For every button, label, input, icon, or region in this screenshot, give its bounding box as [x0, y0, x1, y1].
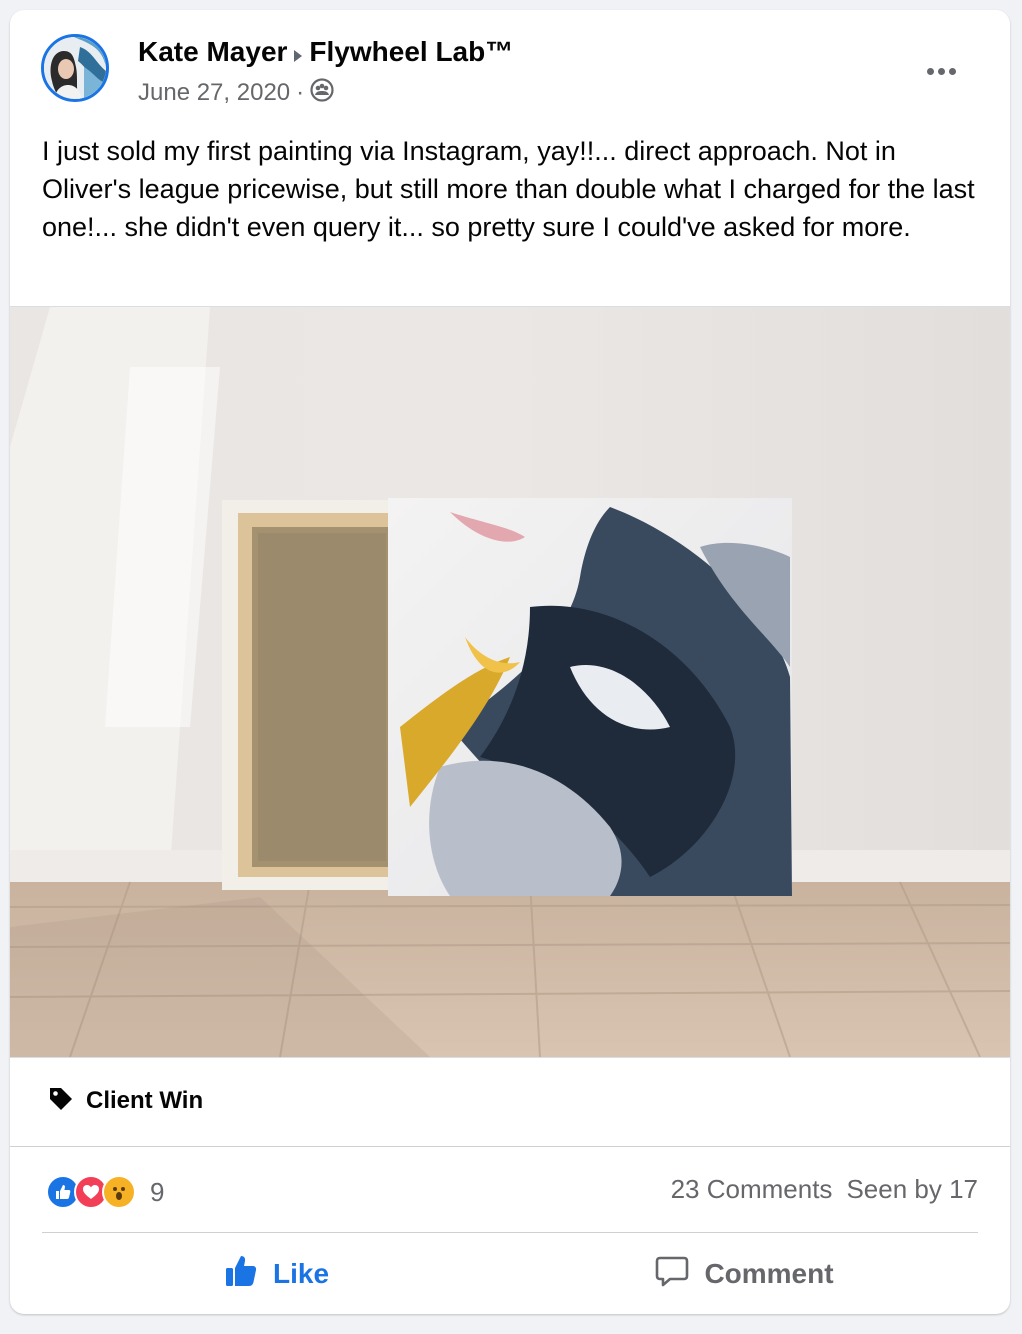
meta-separator: · [296, 78, 305, 106]
comment-button[interactable]: Comment [510, 1244, 978, 1304]
post-meta: June 27, 2020 · [138, 78, 334, 109]
reaction-count: 9 [150, 1176, 165, 1207]
post-card: Kate Mayer Flywheel Lab™ June 27, 2020 · I… [10, 10, 1010, 1314]
topic-tag[interactable]: Client Win [48, 1083, 203, 1119]
more-options-icon[interactable] [916, 56, 966, 86]
post-header: Kate Mayer Flywheel Lab™ June 27, 2020 · [10, 10, 1010, 120]
author-name[interactable]: Kate Mayer [138, 36, 287, 67]
divider [42, 1232, 978, 1233]
arrow-right-icon [293, 38, 303, 70]
comments-count[interactable]: 23 Comments [671, 1174, 833, 1204]
author-avatar[interactable] [41, 34, 109, 102]
group-name[interactable]: Flywheel Lab™ [309, 36, 513, 67]
reactions-summary[interactable]: 9 [46, 1172, 164, 1212]
tag-icon [48, 1086, 74, 1117]
like-label: Like [272, 1258, 330, 1289]
post-date[interactable]: June 27, 2020 [138, 79, 290, 106]
thumbs-up-icon [223, 1253, 259, 1296]
comment-icon [654, 1253, 690, 1296]
tag-label: Client Win [86, 1087, 204, 1114]
post-text: I just sold my first painting via Instag… [42, 136, 975, 242]
seen-by[interactable]: Seen by 17 [846, 1174, 978, 1204]
comment-label: Comment [704, 1258, 834, 1289]
post-stats: 23 Comments Seen by 17 [671, 1174, 978, 1205]
post-photo[interactable] [10, 306, 1010, 1058]
divider [10, 1146, 1010, 1147]
like-button[interactable]: Like [42, 1244, 510, 1304]
post-actions: Like Comment [42, 1244, 978, 1304]
author-line: Kate Mayer Flywheel Lab™ [138, 36, 513, 70]
wow-reaction-icon [102, 1175, 136, 1209]
group-icon [310, 78, 334, 109]
